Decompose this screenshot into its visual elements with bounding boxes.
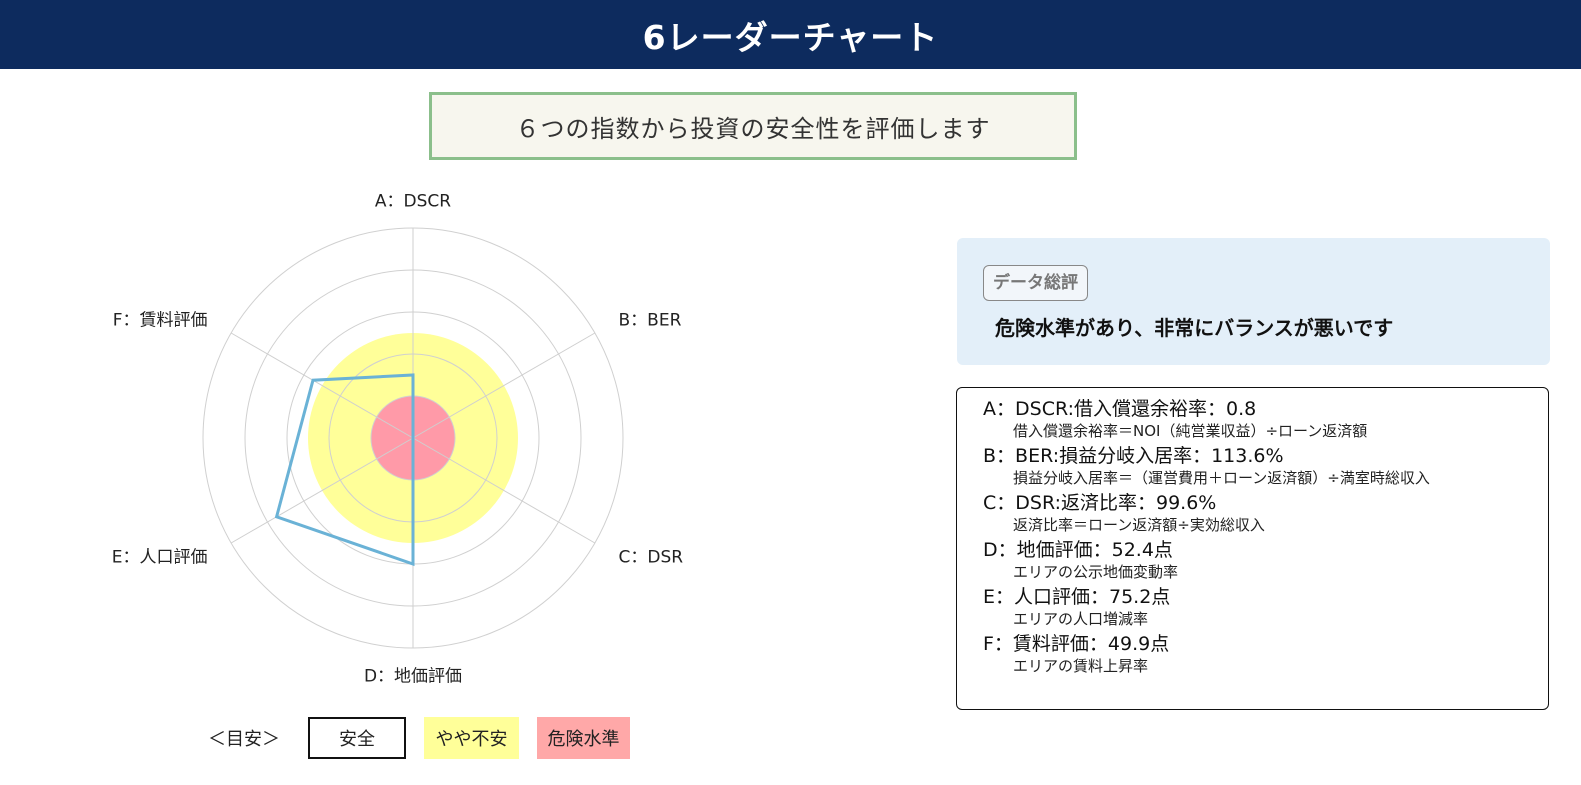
legend-item-label: やや不安: [435, 729, 508, 750]
subtitle-box: ６つの指数から投資の安全性を評価します: [429, 92, 1077, 160]
metric-description: 損益分岐入居率＝（運営費用＋ローン返済額）÷満室時総収入: [1013, 469, 1430, 487]
metric-description: 借入償還余裕率＝NOI（純営業収益）÷ローン返済額: [1013, 422, 1368, 440]
metric-item-e: E：人口評価：75.2点 エリアの人口増減率: [983, 585, 1548, 629]
metric-title: A：DSCR:借入償還余裕率：0.8: [983, 398, 1257, 420]
radar-axis-label: D：地価評価: [364, 666, 462, 686]
legend: ＜目安＞ 安全 やや不安 危険水準: [208, 717, 648, 759]
summary-badge: データ総評: [983, 265, 1088, 301]
legend-item-danger: 危険水準: [537, 717, 630, 759]
metric-title: D：地価評価：52.4点: [983, 539, 1173, 561]
summary-panel: データ総評 危険水準があり、非常にバランスが悪いです: [957, 238, 1550, 365]
radar-axis-label: E：人口評価: [112, 548, 208, 568]
metric-description: エリアの公示地価変動率: [1013, 563, 1179, 581]
metric-item-d: D：地価評価：52.4点 エリアの公示地価変動率: [983, 538, 1548, 582]
metric-title: F：賃料評価：49.9点: [983, 633, 1170, 655]
metric-title: C：DSR:返済比率：99.6%: [983, 492, 1217, 514]
radar-axis-label: A：DSCR: [375, 192, 451, 212]
metric-description: 返済比率＝ローン返済額÷実効総収入: [1013, 516, 1265, 534]
page-title: 6レーダーチャート: [642, 17, 939, 57]
legend-title: ＜目安＞: [208, 729, 280, 750]
metric-description: エリアの人口増減率: [1013, 610, 1149, 628]
metric-item-a: A：DSCR:借入償還余裕率：0.8 借入償還余裕率＝NOI（純営業収益）÷ロー…: [983, 397, 1548, 441]
page-header: 6レーダーチャート: [0, 0, 1581, 69]
metrics-panel: A：DSCR:借入償還余裕率：0.8 借入償還余裕率＝NOI（純営業収益）÷ロー…: [956, 387, 1549, 710]
legend-item-label: 危険水準: [547, 729, 620, 750]
metric-description: エリアの賃料上昇率: [1013, 657, 1149, 675]
radar-axis-label: F：賃料評価: [113, 310, 208, 330]
metric-item-b: B：BER:損益分岐入居率：113.6% 損益分岐入居率＝（運営費用＋ローン返済…: [983, 444, 1548, 488]
radar-axis-label: B：BER: [619, 310, 682, 330]
radar-chart: A：DSCR B：BER C：DSR D：地価評価 E：人口評価 F：賃料評価: [112, 192, 684, 687]
metric-title: E：人口評価：75.2点: [983, 586, 1171, 608]
legend-item-safe: 安全: [308, 717, 406, 759]
metric-item-c: C：DSR:返済比率：99.6% 返済比率＝ローン返済額÷実効総収入: [983, 491, 1548, 535]
legend-item-label: 安全: [339, 729, 375, 750]
summary-text: 危険水準があり、非常にバランスが悪いです: [995, 316, 1394, 340]
metric-title: B：BER:損益分岐入居率：113.6%: [983, 445, 1284, 467]
legend-item-warning: やや不安: [424, 717, 519, 759]
subtitle-text: ６つの指数から投資の安全性を評価します: [515, 114, 991, 143]
metric-item-f: F：賃料評価：49.9点 エリアの賃料上昇率: [983, 632, 1548, 676]
radar-axis-label: C：DSR: [619, 548, 684, 568]
